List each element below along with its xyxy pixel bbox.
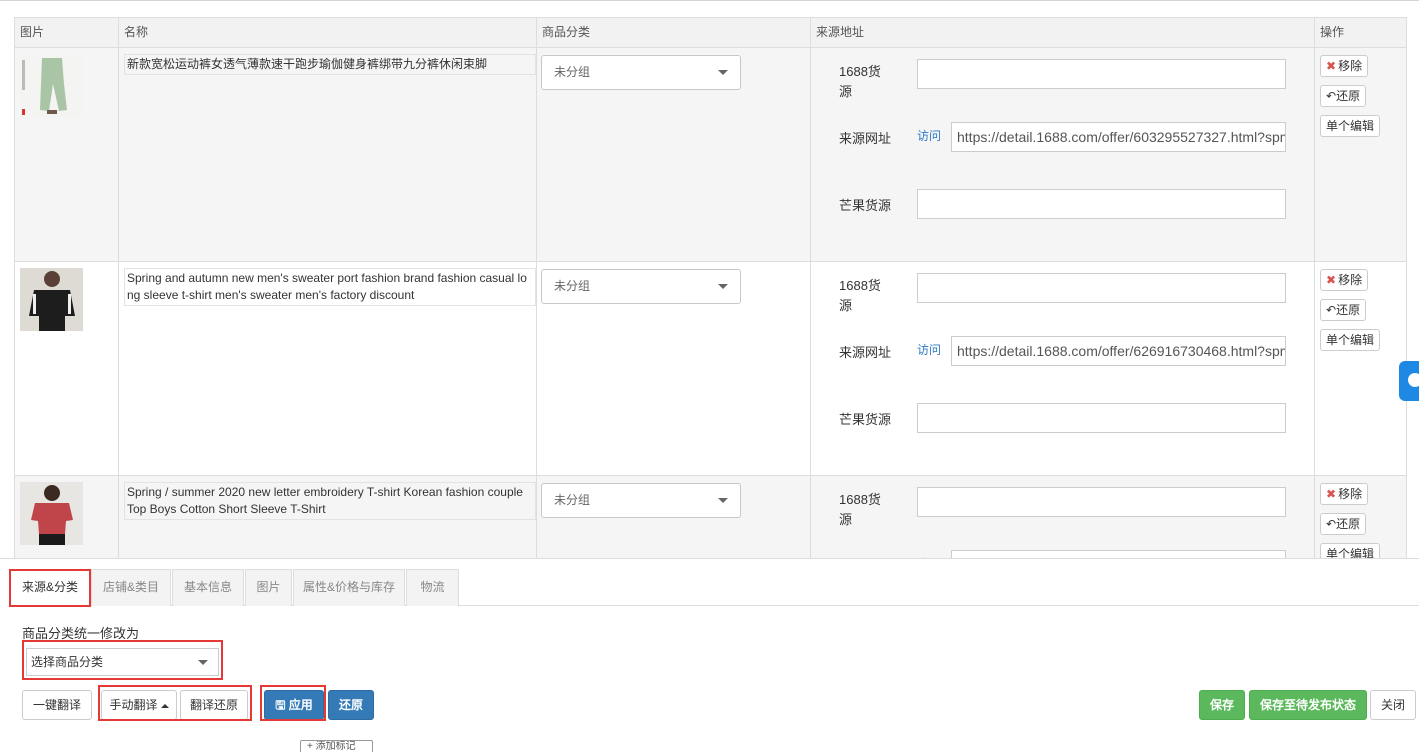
category-label: 商品分类统一修改为 bbox=[22, 626, 140, 641]
undo-icon: ↶ bbox=[1326, 517, 1337, 531]
restore-all-button[interactable]: 还原 bbox=[328, 690, 374, 720]
close-button[interactable]: 关闭 bbox=[1370, 690, 1416, 720]
panel-tabs: 来源&分类 店铺&类目 基本信息 图片 属性&价格与库存 物流 bbox=[10, 569, 1419, 607]
source-url-label: 来源网址 bbox=[839, 131, 892, 146]
source-url-label: 来源网址 bbox=[839, 345, 892, 360]
apply-button[interactable]: 🖫 应用 bbox=[264, 690, 324, 720]
source-url-input[interactable]: https://detail.1688.com/offer/6032955273… bbox=[951, 122, 1286, 152]
tab-images[interactable]: 图片 bbox=[245, 569, 292, 606]
chevron-down-icon bbox=[718, 284, 728, 289]
source-1688-input[interactable] bbox=[917, 273, 1286, 303]
source-mango-input[interactable] bbox=[917, 403, 1286, 433]
header-category: 商品分类 bbox=[537, 18, 811, 48]
category-select[interactable]: 未分组 bbox=[541, 55, 741, 90]
batch-category-select-value: 选择商品分类 bbox=[31, 655, 104, 669]
restore-button[interactable]: ↶还原 bbox=[1320, 85, 1367, 107]
source-1688-input[interactable] bbox=[917, 59, 1286, 89]
source-1688-label: 1688货源 bbox=[839, 278, 881, 313]
save-disk-icon: 🖫 bbox=[275, 698, 289, 712]
source-mango-label: 芒果货源 bbox=[839, 198, 892, 213]
undo-icon: ↶ bbox=[1326, 303, 1337, 317]
remove-button[interactable]: ✖ 移除 bbox=[1320, 269, 1369, 291]
save-button[interactable]: 保存 bbox=[1199, 690, 1245, 720]
product-table: 图片 名称 商品分类 来源地址 操作 新款宽松运动裤女透气薄款速干跑步瑜伽健身裤… bbox=[14, 17, 1407, 558]
source-url-input[interactable] bbox=[951, 550, 1286, 558]
product-thumbnail[interactable] bbox=[20, 54, 83, 117]
product-thumbnail[interactable] bbox=[20, 482, 83, 545]
remove-button[interactable]: ✖ 移除 bbox=[1320, 483, 1369, 505]
category-select-value: 未分组 bbox=[554, 493, 591, 507]
source-1688-label: 1688货源 bbox=[839, 492, 881, 527]
table-row: 新款宽松运动裤女透气薄款速干跑步瑜伽健身裤绑带九分裤休闲束脚 未分组 1688货… bbox=[15, 48, 1406, 262]
visit-link[interactable]: 访问 bbox=[917, 127, 941, 144]
source-1688-input[interactable] bbox=[917, 487, 1286, 517]
category-select-value: 未分组 bbox=[554, 279, 591, 293]
tab-source-category[interactable]: 来源&分类 bbox=[10, 569, 90, 607]
product-thumbnail[interactable] bbox=[20, 268, 83, 331]
chat-widget-button[interactable] bbox=[1399, 361, 1419, 401]
source-mango-input[interactable] bbox=[917, 189, 1286, 219]
partial-hidden-button[interactable]: + 添加标记 bbox=[300, 740, 373, 752]
top-divider bbox=[0, 0, 1419, 2]
single-edit-button[interactable]: 单个编辑 bbox=[1320, 543, 1381, 558]
tab-basic-info[interactable]: 基本信息 bbox=[172, 569, 244, 606]
manual-translate-button[interactable]: 手动翻译 bbox=[101, 690, 177, 720]
source-mango-label: 芒果货源 bbox=[839, 412, 892, 427]
tab-store-category[interactable]: 店铺&类目 bbox=[91, 569, 171, 606]
category-select[interactable]: 未分组 bbox=[541, 483, 741, 518]
chevron-down-icon bbox=[718, 498, 728, 503]
visit-link[interactable]: 访问 bbox=[917, 341, 941, 358]
product-name-field[interactable]: Spring / summer 2020 new letter embroide… bbox=[124, 482, 536, 520]
close-icon: ✖ bbox=[1326, 273, 1337, 287]
product-name-field[interactable]: 新款宽松运动裤女透气薄款速干跑步瑜伽健身裤绑带九分裤休闲束脚 bbox=[124, 54, 536, 75]
header-actions: 操作 bbox=[1320, 25, 1345, 39]
product-name-field[interactable]: Spring and autumn new men's sweater port… bbox=[124, 268, 536, 306]
translate-restore-button[interactable]: 翻译还原 bbox=[180, 690, 248, 720]
table-header: 图片 名称 商品分类 来源地址 操作 bbox=[15, 17, 1406, 48]
remove-button[interactable]: ✖ 移除 bbox=[1320, 55, 1369, 77]
save-pending-button[interactable]: 保存至待发布状态 bbox=[1249, 690, 1367, 720]
close-icon: ✖ bbox=[1326, 59, 1337, 73]
header-source: 来源地址 bbox=[811, 18, 1315, 48]
source-url-input[interactable]: https://detail.1688.com/offer/6269167304… bbox=[951, 336, 1286, 366]
restore-button[interactable]: ↶还原 bbox=[1320, 299, 1367, 321]
restore-button[interactable]: ↶还原 bbox=[1320, 513, 1367, 535]
category-select[interactable]: 未分组 bbox=[541, 269, 741, 304]
undo-icon: ↶ bbox=[1326, 89, 1337, 103]
tab-attributes-price-stock[interactable]: 属性&价格与库存 bbox=[293, 569, 405, 606]
table-row: Spring / summer 2020 new letter embroide… bbox=[15, 476, 1406, 558]
header-name: 名称 bbox=[119, 18, 537, 48]
chat-bubble-icon bbox=[1408, 373, 1419, 387]
close-icon: ✖ bbox=[1326, 487, 1337, 501]
chevron-down-icon bbox=[198, 660, 208, 665]
header-image: 图片 bbox=[15, 18, 119, 48]
category-select-value: 未分组 bbox=[554, 65, 591, 79]
table-row: Spring and autumn new men's sweater port… bbox=[15, 262, 1406, 476]
single-edit-button[interactable]: 单个编辑 bbox=[1320, 329, 1381, 351]
caret-up-icon bbox=[160, 703, 169, 708]
batch-category-select[interactable]: 选择商品分类 bbox=[26, 648, 219, 676]
source-1688-label: 1688货源 bbox=[839, 64, 881, 99]
one-click-translate-button[interactable]: 一键翻译 bbox=[22, 690, 92, 720]
tab-logistics[interactable]: 物流 bbox=[406, 569, 459, 606]
chevron-down-icon bbox=[718, 70, 728, 75]
single-edit-button[interactable]: 单个编辑 bbox=[1320, 115, 1381, 137]
batch-edit-panel: 来源&分类 店铺&类目 基本信息 图片 属性&价格与库存 物流 商品分类统一修改… bbox=[0, 558, 1419, 752]
